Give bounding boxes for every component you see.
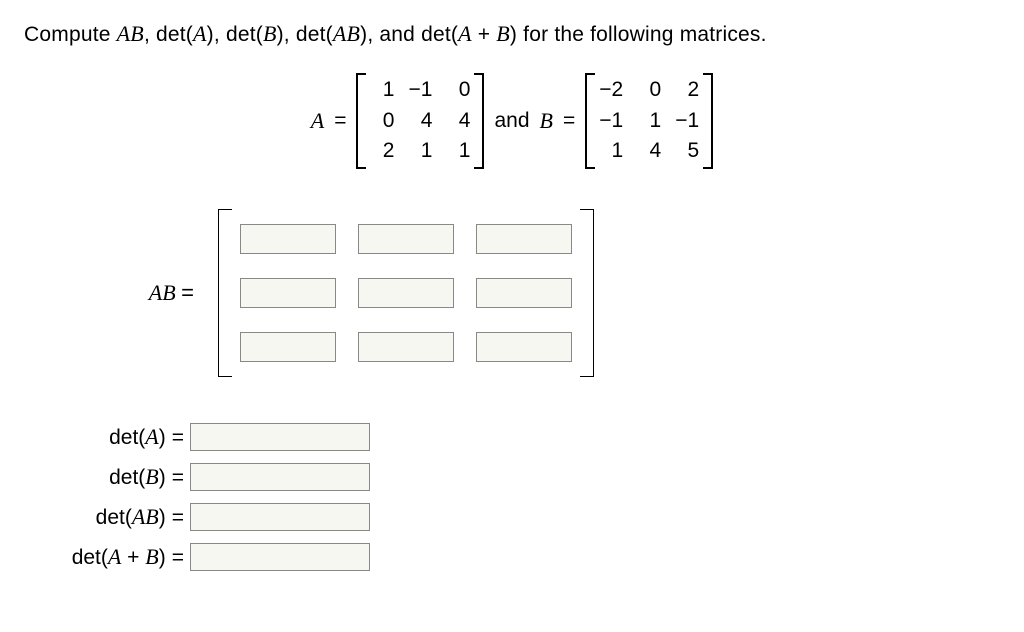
ab-cells	[232, 209, 580, 377]
ab-cell-input[interactable]	[240, 278, 336, 308]
matrix-b-cell: 2	[675, 78, 699, 102]
bracket-right-icon	[703, 73, 713, 169]
ab-label: AB =	[94, 280, 200, 306]
matrix-b-cell: −1	[599, 109, 623, 133]
prompt-item-ab: AB	[117, 21, 144, 46]
prompt-item-detB: det(B)	[226, 23, 284, 46]
ab-cell-input[interactable]	[240, 224, 336, 254]
bracket-left-icon	[585, 73, 595, 169]
prompt-item-detA: det(A)	[156, 23, 214, 46]
matrix-b-cell: 5	[675, 139, 699, 163]
ab-cell-input[interactable]	[358, 278, 454, 308]
ab-cell-input[interactable]	[240, 332, 336, 362]
matrix-a-cell: 1	[408, 139, 432, 163]
matrix-a-cell: 4	[446, 109, 470, 133]
bracket-right-icon	[580, 209, 594, 377]
matrix-b-cells: −2 0 2 −1 1 −1 1 4 5	[595, 73, 703, 169]
matrix-a-cells: 1 −1 0 0 4 4 2 1 1	[366, 73, 474, 169]
bracket-right-icon	[474, 73, 484, 169]
ab-cell-input[interactable]	[476, 224, 572, 254]
prompt-lead: Compute	[24, 23, 117, 46]
matrix-b-cell: −1	[675, 109, 699, 133]
matrix-b-label: B	[540, 108, 553, 134]
matrix-a-cell: 4	[408, 109, 432, 133]
prompt-item-detApB: det(A + B)	[421, 23, 517, 46]
det-a-input[interactable]	[190, 423, 370, 451]
matrix-b: −2 0 2 −1 1 −1 1 4 5	[585, 73, 713, 169]
ab-label-text: AB	[149, 280, 176, 305]
matrix-a-cell: 0	[446, 78, 470, 102]
matrix-a-cell: 2	[370, 139, 394, 163]
det-b-label: det(B)=	[30, 464, 190, 490]
det-ab-label: det(AB)=	[30, 504, 190, 530]
matrix-b-cell: 0	[637, 78, 661, 102]
det-aplusb-label: det(A + B)=	[30, 544, 190, 570]
ab-cell-input[interactable]	[358, 332, 454, 362]
prompt-trail: for the following matrices.	[523, 23, 767, 46]
matrix-b-cell: −2	[599, 78, 623, 102]
equals-sign: =	[334, 109, 346, 133]
matrix-b-cell: 1	[637, 109, 661, 133]
matrix-a-cell: −1	[408, 78, 432, 102]
matrix-a: 1 −1 0 0 4 4 2 1 1	[356, 73, 484, 169]
matrix-a-cell: 1	[446, 139, 470, 163]
ab-cell-input[interactable]	[476, 278, 572, 308]
bracket-left-icon	[356, 73, 366, 169]
matrix-b-cell: 4	[637, 139, 661, 163]
given-matrices: A = 1 −1 0 0 4 4 2 1 1 and B = −2 0 2 −1…	[24, 73, 1000, 169]
question-prompt: Compute AB, det(A), det(B), det(AB), and…	[24, 20, 1000, 49]
bracket-left-icon	[218, 209, 232, 377]
and-text: and	[494, 109, 529, 133]
scalar-answers: det(A)= det(B)= det(AB)= det(A + B)=	[30, 423, 1000, 571]
ab-cell-input[interactable]	[476, 332, 572, 362]
ab-answer-matrix	[218, 209, 594, 377]
det-b-input[interactable]	[190, 463, 370, 491]
matrix-a-cell: 0	[370, 109, 394, 133]
det-ab-input[interactable]	[190, 503, 370, 531]
matrix-b-cell: 1	[599, 139, 623, 163]
matrix-a-cell: 1	[370, 78, 394, 102]
prompt-item-detAB: det(AB)	[296, 23, 367, 46]
matrix-a-label: A	[311, 108, 324, 134]
det-aplusb-input[interactable]	[190, 543, 370, 571]
equals-sign: =	[181, 280, 194, 305]
det-a-label: det(A)=	[30, 424, 190, 450]
ab-cell-input[interactable]	[358, 224, 454, 254]
ab-answer-row: AB =	[94, 209, 1000, 377]
equals-sign: =	[563, 109, 575, 133]
